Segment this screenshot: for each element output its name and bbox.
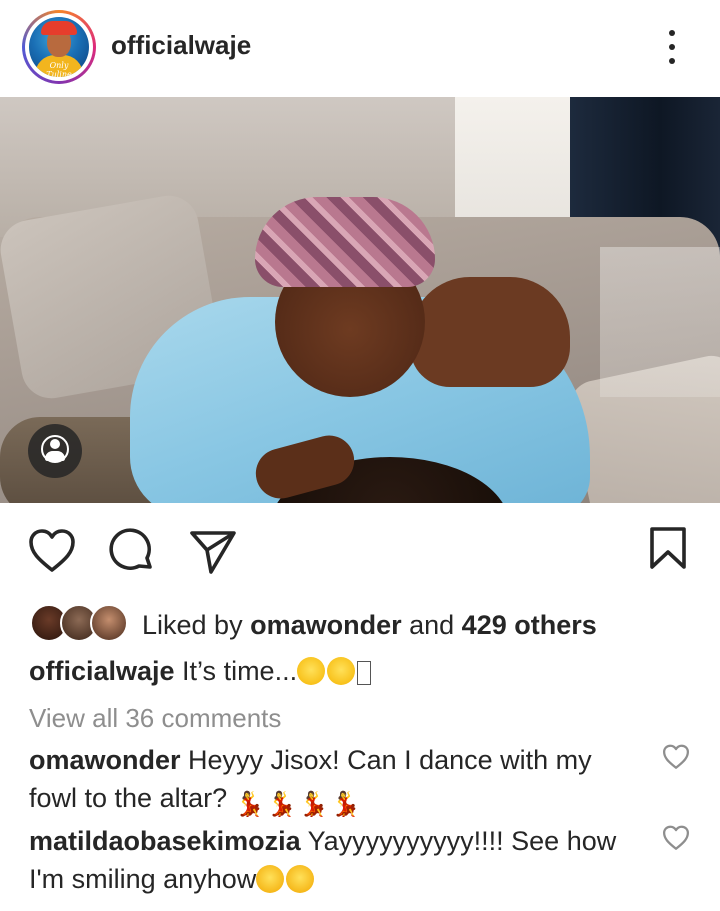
avatar[interactable]: Only Tuline	[22, 10, 96, 84]
liked-by-avatars[interactable]	[30, 604, 130, 644]
send-icon[interactable]	[189, 528, 237, 574]
caption-username[interactable]: officialwaje	[29, 656, 175, 686]
user-tag-icon[interactable]	[28, 424, 82, 478]
comment-username[interactable]: matildaobasekimozia	[29, 826, 301, 856]
rolling-laughing-emoji	[286, 865, 315, 893]
dancer-emoji: 💃	[330, 791, 361, 818]
smiling-face-emoji	[297, 657, 326, 685]
liker-avatar	[90, 604, 128, 642]
likes-summary[interactable]: Liked by omawonder and 429 others	[142, 610, 597, 641]
liked-by-user[interactable]: omawonder	[250, 610, 402, 640]
comment-username[interactable]: omawonder	[29, 745, 181, 775]
post-username[interactable]: officialwaje	[111, 30, 251, 61]
view-all-comments-link[interactable]: View all 36 comments	[29, 703, 281, 734]
bookmark-icon[interactable]	[648, 526, 688, 570]
post-header: Only Tuline officialwaje	[0, 0, 720, 97]
rolling-laughing-emoji	[256, 865, 285, 893]
post-caption: officialwaje It’s time...	[29, 656, 373, 687]
comment-item: omawonder Heyyy Jisox! Can I dance with …	[29, 741, 639, 819]
smiling-face-emoji	[327, 657, 356, 685]
profile-avatar: Only Tuline	[29, 17, 89, 77]
dancer-emoji: 💃	[234, 791, 265, 818]
comment-like-heart-icon[interactable]	[662, 744, 690, 770]
comment-icon[interactable]	[109, 528, 155, 574]
heart-icon[interactable]	[28, 528, 76, 574]
comment-like-heart-icon[interactable]	[662, 825, 690, 851]
post-photo[interactable]	[0, 97, 720, 503]
dancer-emoji: 💃	[298, 791, 329, 818]
more-vertical-icon[interactable]	[654, 22, 690, 72]
dancer-emoji: 💃	[266, 791, 297, 818]
likes-others-count[interactable]: 429 others	[462, 610, 597, 640]
caption-text: It’s time...	[174, 656, 298, 686]
avatar-script-text: Only Tuline	[46, 61, 72, 77]
unsupported-glyph-icon	[357, 661, 372, 685]
comment-item: matildaobasekimozia Yayyyyyyyyyy!!!! See…	[29, 822, 639, 898]
